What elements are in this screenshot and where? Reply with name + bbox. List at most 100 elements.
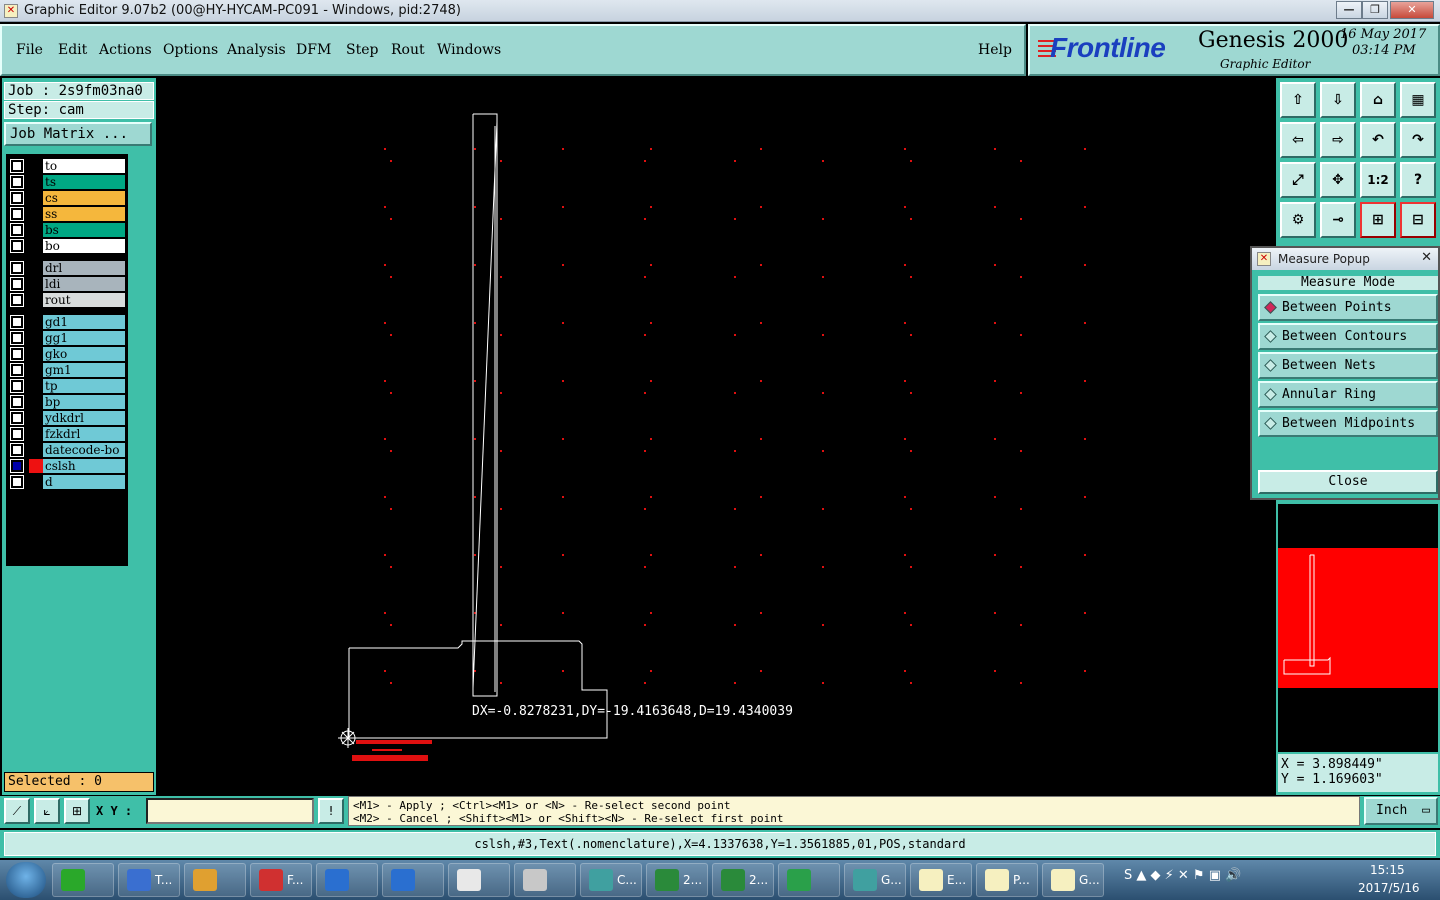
layer-name[interactable]: cs bbox=[43, 191, 125, 205]
measure-popup-title-bar[interactable]: ✕ Measure Popup ✕ bbox=[1252, 248, 1438, 270]
menu-actions[interactable]: Actions bbox=[99, 42, 152, 58]
popup-close-icon[interactable]: ✕ bbox=[1421, 250, 1432, 266]
measure-close-button[interactable]: Close bbox=[1258, 470, 1438, 494]
net-select-icon[interactable]: ⊟ bbox=[1400, 202, 1436, 238]
layer-row-ldi[interactable]: ldi bbox=[9, 277, 127, 291]
taskbar-app-14[interactable]: P... bbox=[976, 863, 1038, 897]
layer-name[interactable]: ts bbox=[43, 175, 125, 189]
taskbar-app-15[interactable]: G... bbox=[1042, 863, 1104, 897]
taskbar-app-9[interactable]: 2... bbox=[646, 863, 708, 897]
taskbar-app-6[interactable] bbox=[448, 863, 510, 897]
layer-name[interactable]: ldi bbox=[43, 277, 125, 291]
graphic-canvas[interactable]: DX=-0.8278231,DY=-19.4163648,D=19.434003… bbox=[156, 78, 1276, 795]
taskbar-app-12[interactable]: G... bbox=[844, 863, 906, 897]
layer-row-bp[interactable]: bp bbox=[9, 395, 127, 409]
alert-button[interactable]: ! bbox=[318, 798, 344, 824]
layer-checkbox[interactable] bbox=[10, 315, 24, 329]
menu-rout[interactable]: Rout bbox=[391, 42, 425, 58]
layer-checkbox[interactable] bbox=[10, 411, 24, 425]
layer-name[interactable]: bo bbox=[43, 239, 125, 253]
measure-option-between-contours[interactable]: Between Contours bbox=[1258, 323, 1438, 350]
menu-edit[interactable]: Edit bbox=[58, 42, 87, 58]
layer-row-gko[interactable]: gko bbox=[9, 347, 127, 361]
layer-checkbox[interactable] bbox=[10, 293, 24, 307]
layer-checkbox[interactable] bbox=[10, 459, 24, 473]
arrow-right-icon[interactable]: ⇨ bbox=[1320, 122, 1356, 158]
layer-row-to[interactable]: to bbox=[9, 159, 127, 173]
taskbar-app-4[interactable] bbox=[316, 863, 378, 897]
layer-row-ss[interactable]: ss bbox=[9, 207, 127, 221]
layer-checkbox[interactable] bbox=[10, 175, 24, 189]
home-icon[interactable]: ⌂ bbox=[1360, 82, 1396, 118]
layer-name[interactable]: fzkdrl bbox=[43, 427, 125, 441]
menu-dfm[interactable]: DFM bbox=[296, 42, 331, 58]
layer-name[interactable]: tp bbox=[43, 379, 125, 393]
layer-name[interactable]: to bbox=[43, 159, 125, 173]
close-window-button[interactable]: ✕ bbox=[1390, 1, 1434, 19]
layer-checkbox[interactable] bbox=[10, 475, 24, 489]
menu-step[interactable]: Step bbox=[346, 42, 378, 58]
system-tray[interactable]: S ▲ ◆ ⚡ ✕ ⚑ ▣ 🔊 bbox=[1124, 868, 1241, 883]
snap-icon[interactable]: ⟋ bbox=[4, 798, 30, 824]
settings-icon[interactable]: ⚙ bbox=[1280, 202, 1316, 238]
layer-name[interactable]: gd1 bbox=[43, 315, 125, 329]
scale-icon[interactable]: 1:2 bbox=[1360, 162, 1396, 198]
job-matrix-button[interactable]: Job Matrix ... bbox=[4, 122, 152, 146]
layer-checkbox[interactable] bbox=[10, 239, 24, 253]
layer-checkbox[interactable] bbox=[10, 159, 24, 173]
layer-row-fzkdrl[interactable]: fzkdrl bbox=[9, 427, 127, 441]
window-title-bar[interactable]: ✕ Graphic Editor 9.07b2 (00@HY-HYCAM-PC0… bbox=[0, 0, 1440, 22]
layer-up-icon[interactable]: ⇧ bbox=[1280, 82, 1316, 118]
layer-name[interactable]: gm1 bbox=[43, 363, 125, 377]
taskbar-app-3[interactable]: F... bbox=[250, 863, 312, 897]
layer-name[interactable]: rout bbox=[43, 293, 125, 307]
layer-row-gm1[interactable]: gm1 bbox=[9, 363, 127, 377]
layer-row-ts[interactable]: ts bbox=[9, 175, 127, 189]
layer-checkbox[interactable] bbox=[10, 223, 24, 237]
layer-name[interactable]: drl bbox=[43, 261, 125, 275]
layer-down-icon[interactable]: ⇩ bbox=[1320, 82, 1356, 118]
layer-name[interactable]: ss bbox=[43, 207, 125, 221]
taskbar-app-8[interactable]: C... bbox=[580, 863, 642, 897]
help-icon[interactable]: ? bbox=[1400, 162, 1436, 198]
maximize-button[interactable]: ❐ bbox=[1362, 1, 1388, 19]
taskbar-app-1[interactable]: T... bbox=[118, 863, 180, 897]
layer-name[interactable]: gg1 bbox=[43, 331, 125, 345]
layer-name[interactable]: gko bbox=[43, 347, 125, 361]
minimize-button[interactable]: — bbox=[1336, 1, 1362, 19]
layer-checkbox[interactable] bbox=[10, 363, 24, 377]
menu-analysis[interactable]: Analysis bbox=[227, 42, 286, 58]
layer-checkbox[interactable] bbox=[10, 207, 24, 221]
layer-name[interactable]: cslsh bbox=[43, 459, 125, 473]
start-button[interactable] bbox=[6, 862, 46, 898]
layer-name[interactable]: bs bbox=[43, 223, 125, 237]
menu-file[interactable]: File bbox=[16, 42, 43, 58]
layer-row-datecode-bo[interactable]: datecode-bo bbox=[9, 443, 127, 457]
measure-option-between-midpoints[interactable]: Between Midpoints bbox=[1258, 410, 1438, 437]
layer-row-bs[interactable]: bs bbox=[9, 223, 127, 237]
unit-selector[interactable]: Inch ▭ bbox=[1364, 797, 1438, 825]
layer-row-d[interactable]: d bbox=[9, 475, 127, 489]
layer-row-gd1[interactable]: gd1 bbox=[9, 315, 127, 329]
menu-help[interactable]: Help bbox=[978, 42, 1012, 58]
measure-option-annular-ring[interactable]: Annular Ring bbox=[1258, 381, 1438, 408]
taskbar-app-5[interactable] bbox=[382, 863, 444, 897]
zoom-fit-icon[interactable]: ⤢ bbox=[1280, 162, 1316, 198]
layer-row-gg1[interactable]: gg1 bbox=[9, 331, 127, 345]
zoom-center-icon[interactable]: ✥ bbox=[1320, 162, 1356, 198]
menu-windows[interactable]: Windows bbox=[437, 42, 501, 58]
clock-time[interactable]: 15:15 bbox=[1370, 863, 1405, 877]
layer-name[interactable]: datecode-bo bbox=[43, 443, 125, 457]
taskbar-app-0[interactable] bbox=[52, 863, 114, 897]
layer-row-ydkdrl[interactable]: ydkdrl bbox=[9, 411, 127, 425]
layer-name[interactable]: ydkdrl bbox=[43, 411, 125, 425]
layer-checkbox[interactable] bbox=[10, 331, 24, 345]
layer-checkbox[interactable] bbox=[10, 379, 24, 393]
layer-name[interactable]: bp bbox=[43, 395, 125, 409]
layer-checkbox[interactable] bbox=[10, 261, 24, 275]
probe-icon[interactable]: ⊸ bbox=[1320, 202, 1356, 238]
layer-row-bo[interactable]: bo bbox=[9, 239, 127, 253]
layer-row-drl[interactable]: drl bbox=[9, 261, 127, 275]
arrow-left-icon[interactable]: ⇦ bbox=[1280, 122, 1316, 158]
taskbar-app-2[interactable] bbox=[184, 863, 246, 897]
